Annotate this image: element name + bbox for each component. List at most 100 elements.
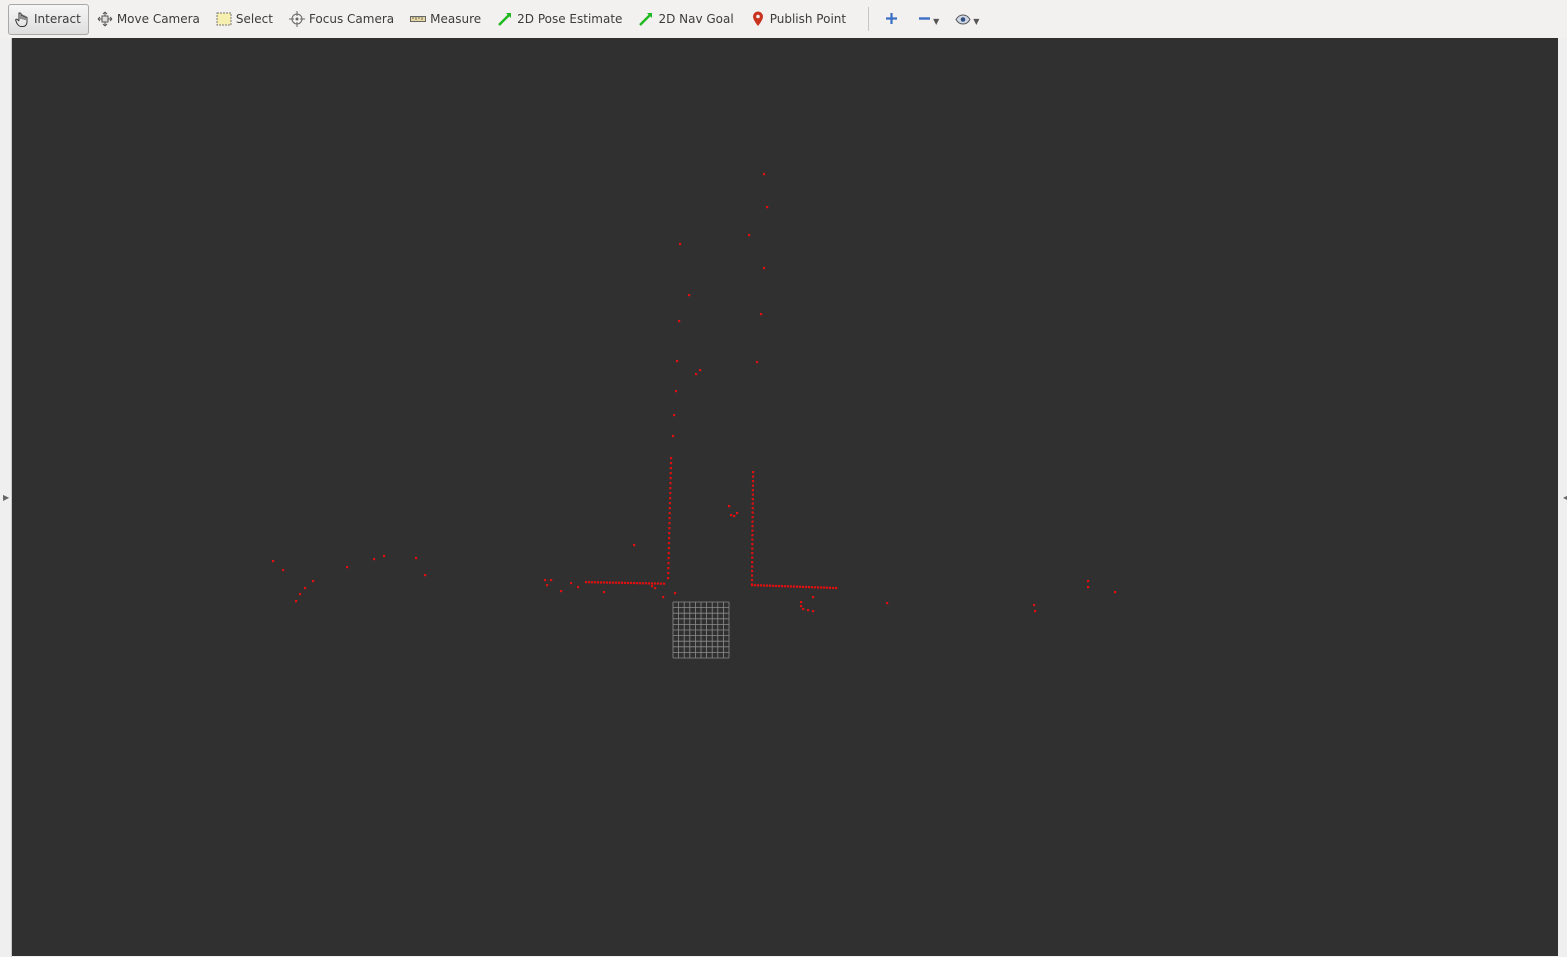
scan-point (820, 586, 823, 589)
scan-point (299, 593, 302, 596)
scan-point (699, 369, 702, 372)
green-arrow-icon (638, 11, 654, 27)
scan-point (603, 591, 606, 594)
scan-point (668, 532, 671, 535)
scan-point (800, 605, 803, 608)
scan-point (802, 585, 805, 588)
scan-point (808, 585, 811, 589)
scan-point (591, 581, 594, 584)
scan-point (751, 484, 755, 487)
scan-point (805, 585, 808, 589)
focus-camera-tool-button[interactable]: Focus Camera (283, 4, 402, 35)
scan-point (667, 542, 671, 545)
scan-point (674, 592, 677, 595)
add-tool-icon (885, 10, 898, 29)
expand-right-icon[interactable]: ◀ (1563, 493, 1567, 502)
move-camera-tool-button[interactable]: Move Camera (91, 4, 208, 35)
scan-point (667, 547, 670, 550)
3d-render-viewport[interactable] (12, 38, 1558, 956)
scan-point (778, 584, 781, 588)
scan-point (667, 557, 670, 560)
scan-point (751, 543, 754, 546)
scan-point (648, 582, 651, 585)
focus-camera-label: Focus Camera (308, 12, 395, 26)
scan-point (751, 493, 754, 496)
scan-point (669, 467, 672, 470)
scan-point (751, 538, 754, 541)
scan-point (636, 582, 639, 585)
scan-point (751, 534, 754, 537)
scan-point (668, 502, 672, 505)
scan-point (695, 373, 698, 376)
scan-point (751, 498, 754, 501)
scan-point (802, 608, 805, 611)
scan-point (669, 492, 672, 495)
scan-point (787, 585, 790, 588)
measure-tool-button[interactable]: Measure (404, 4, 489, 35)
scan-point (415, 557, 418, 560)
select-tool-button[interactable]: Select (210, 4, 281, 35)
scan-point (675, 390, 678, 393)
scan-point (829, 586, 832, 589)
ruler-icon (410, 11, 427, 27)
scan-point (748, 234, 751, 237)
scan-point (645, 582, 648, 585)
chevron-down-icon: ▼ (933, 17, 940, 26)
select-label: Select (235, 12, 273, 26)
scan-point (282, 569, 285, 572)
scan-point (751, 516, 754, 519)
right-dock-splitter[interactable]: ◀ (1558, 38, 1567, 957)
scan-point (621, 581, 624, 584)
scan-point (618, 581, 621, 584)
scan-point (793, 585, 796, 588)
scan-point (760, 584, 763, 587)
measure-label: Measure (430, 12, 482, 26)
scan-point (672, 435, 675, 438)
view-menu-button[interactable]: ▼ (949, 4, 985, 35)
scan-point (642, 582, 645, 585)
scan-point (754, 584, 757, 587)
scan-point (669, 462, 673, 465)
scan-point (654, 587, 657, 590)
scan-point (750, 579, 754, 582)
scan-point (673, 414, 676, 417)
rviz-toolbar: Interact Move Camera Select Focus Camera… (0, 0, 1567, 38)
scan-point (668, 512, 671, 515)
scan-point (669, 472, 672, 475)
nav-goal-tool-button[interactable]: 2D Nav Goal (632, 4, 741, 35)
pose-estimate-tool-button[interactable]: 2D Pose Estimate (491, 4, 630, 35)
scan-point (1114, 591, 1117, 594)
scan-point (668, 517, 671, 520)
scan-point (757, 584, 760, 587)
scan-point (597, 581, 600, 584)
scan-point (751, 547, 754, 550)
scan-point (615, 581, 618, 584)
interact-label: Interact (34, 12, 81, 26)
scan-point (594, 581, 597, 584)
scan-point (667, 562, 670, 565)
scan-point (886, 602, 889, 605)
interact-tool-button[interactable]: Interact (8, 3, 89, 35)
left-dock-splitter[interactable]: ▶ (0, 38, 12, 957)
scan-point (763, 267, 766, 270)
scan-point (769, 584, 772, 587)
scan-point (736, 512, 739, 515)
ground-grid (672, 601, 730, 659)
remove-tool-button[interactable]: ▼ (912, 4, 945, 35)
scan-point (832, 586, 835, 590)
publish-point-tool-button[interactable]: Publish Point (744, 4, 854, 35)
scan-point (751, 475, 755, 478)
scan-point (1087, 580, 1090, 583)
scan-point (1087, 586, 1090, 589)
scan-point (775, 584, 778, 588)
scan-point (812, 596, 815, 599)
scan-point (633, 544, 636, 547)
scan-point (807, 609, 810, 612)
scan-point (612, 581, 615, 584)
scan-point (624, 581, 627, 584)
scan-point (570, 582, 573, 585)
scan-point (751, 565, 754, 568)
expand-left-icon[interactable]: ▶ (3, 493, 9, 502)
add-tool-button[interactable] (879, 4, 904, 35)
scan-point (651, 585, 654, 588)
